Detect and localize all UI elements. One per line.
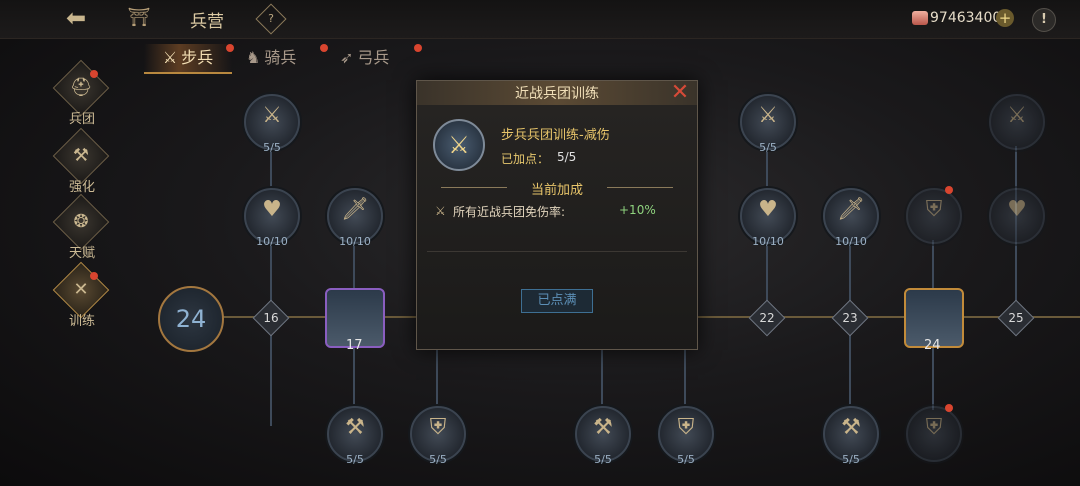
node-count: 5/5 [759, 141, 777, 154]
node-count: 5/5 [677, 453, 695, 466]
level-number: 23 [842, 311, 858, 325]
bonus-label: 所有近战兵团免伤率: [453, 205, 566, 219]
sword-icon: 🗡 [837, 197, 865, 222]
skill-node[interactable]: ⚒ 5/5 [327, 406, 383, 466]
sidebar-item-training[interactable]: ✕ 训练 [52, 261, 112, 340]
skill-node[interactable]: ⛨ [906, 406, 962, 462]
section-title: 当前加成 [530, 183, 583, 198]
level-number: 25 [1008, 311, 1024, 325]
hero-level: 24 [924, 338, 941, 353]
hero-level: 17 [346, 338, 363, 353]
skill-node[interactable]: ⚒ 5/5 [575, 406, 631, 466]
node-count: 10/10 [835, 235, 867, 248]
tab-infantry[interactable]: ⚔ 步兵 [144, 44, 234, 74]
notification-dot [320, 44, 328, 52]
broken-shield-icon: ⛨ [677, 415, 695, 440]
points-label: 已加点： [501, 152, 550, 166]
tab-archer[interactable]: ➶ 弓兵 [340, 44, 422, 72]
skill-node[interactable]: 🗡 10/10 [823, 188, 879, 248]
sword-icon: 🗡 [341, 197, 369, 222]
current-level-badge: 24 [158, 286, 224, 352]
skill-node[interactable]: ♥ 10/10 [740, 188, 796, 248]
sidebar-item-legion[interactable]: ⛑ 兵团 [52, 59, 112, 138]
skill-node[interactable]: ⛨ [906, 188, 962, 244]
bonus-value: +10% [619, 203, 656, 217]
notification-dot [945, 404, 953, 412]
level-number: 16 [263, 311, 279, 325]
sidebar-item-label: 强化 [68, 180, 95, 195]
tab-label: 弓兵 [357, 48, 390, 67]
notification-dot [90, 70, 98, 78]
skill-node[interactable]: ⛨ 5/5 [658, 406, 714, 466]
notification-dot [945, 186, 953, 194]
shield-icon: ⛨ [925, 197, 943, 222]
heart-icon: ♥ [1007, 197, 1027, 222]
skill-node[interactable]: 🗡 10/10 [327, 188, 383, 248]
sword-icon: ⚔ [435, 204, 446, 218]
bow-icon: ➶ [340, 48, 354, 67]
shield-sword-icon: ⛨ [429, 415, 447, 440]
sidebar-item-label: 训练 [68, 314, 95, 329]
notification-dot [414, 44, 422, 52]
sidebar-item-label: 兵团 [68, 112, 95, 127]
skill-node[interactable]: ♥ [989, 188, 1045, 244]
node-count: 5/5 [594, 453, 612, 466]
level-marker: 16 [252, 299, 290, 337]
info-button[interactable]: ! [1032, 8, 1056, 32]
back-arrow-icon[interactable]: ⬅ [58, 6, 94, 30]
node-count: 5/5 [842, 453, 860, 466]
page-title: 兵营 [190, 12, 224, 32]
skill-node[interactable]: ♥ 10/10 [244, 188, 300, 248]
level-number: 22 [759, 311, 775, 325]
notification-dot [226, 44, 234, 52]
notification-dot [90, 272, 98, 280]
tab-cavalry[interactable]: ♞ 骑兵 [246, 44, 328, 72]
maxed-button[interactable]: 已点满 [521, 289, 593, 313]
level-marker: 23 [831, 299, 869, 337]
training-dialog: 近战兵团训练 ✕ ⚔ 步兵兵团训练-减伤 已加点： 5/5 当前加成 ⚔ 所有近… [416, 80, 698, 350]
sidebar-item-label: 天赋 [68, 246, 95, 261]
shield-sword-icon: ⛨ [925, 415, 943, 440]
skill-node[interactable]: ⚔ 5/5 [244, 94, 300, 154]
tab-label: 步兵 [181, 48, 214, 67]
sword-up-icon: ⚔ [1007, 103, 1027, 128]
skill-name: 步兵兵团训练-减伤 [501, 128, 610, 143]
sword-up-icon: ⚔ [758, 103, 778, 128]
tab-label: 骑兵 [264, 48, 297, 67]
skill-node[interactable]: ⚔ [989, 94, 1045, 150]
crossed-swords-icon: ⚔ [433, 119, 485, 171]
horse-icon: ♞ [246, 48, 261, 67]
divider [427, 251, 687, 252]
level-marker: 25 [997, 299, 1035, 337]
node-count: 5/5 [429, 453, 447, 466]
add-currency-button[interactable]: + [996, 9, 1014, 27]
gem-icon [912, 11, 928, 25]
currency-value: 97463400 [930, 10, 1002, 26]
node-count: 10/10 [752, 235, 784, 248]
sidebar-item-talent[interactable]: ❂ 天赋 [52, 193, 112, 272]
skill-node[interactable]: ⚒ 5/5 [823, 406, 879, 466]
skill-node[interactable]: ⛨ 5/5 [410, 406, 466, 466]
points-value: 5/5 [557, 150, 577, 164]
node-count: 10/10 [339, 235, 371, 248]
barracks-icon: ⛩ [127, 7, 151, 28]
heart-icon: ♥ [262, 197, 282, 222]
node-count: 10/10 [256, 235, 288, 248]
sword-icon: ⚔ [162, 48, 178, 67]
sword-up-icon: ⚔ [262, 103, 282, 128]
node-count: 5/5 [263, 141, 281, 154]
dialog-title: 近战兵团训练 [515, 86, 599, 102]
axe-icon: ⚒ [841, 415, 861, 440]
level-marker: 22 [748, 299, 786, 337]
node-count: 5/5 [346, 453, 364, 466]
axe-icon: ⚒ [593, 415, 613, 440]
skill-node[interactable]: ⚔ 5/5 [740, 94, 796, 154]
heart-icon: ♥ [758, 197, 778, 222]
axe-icon: ⚒ [345, 415, 365, 440]
close-icon[interactable]: ✕ [669, 82, 691, 104]
ornament-line [607, 187, 673, 188]
